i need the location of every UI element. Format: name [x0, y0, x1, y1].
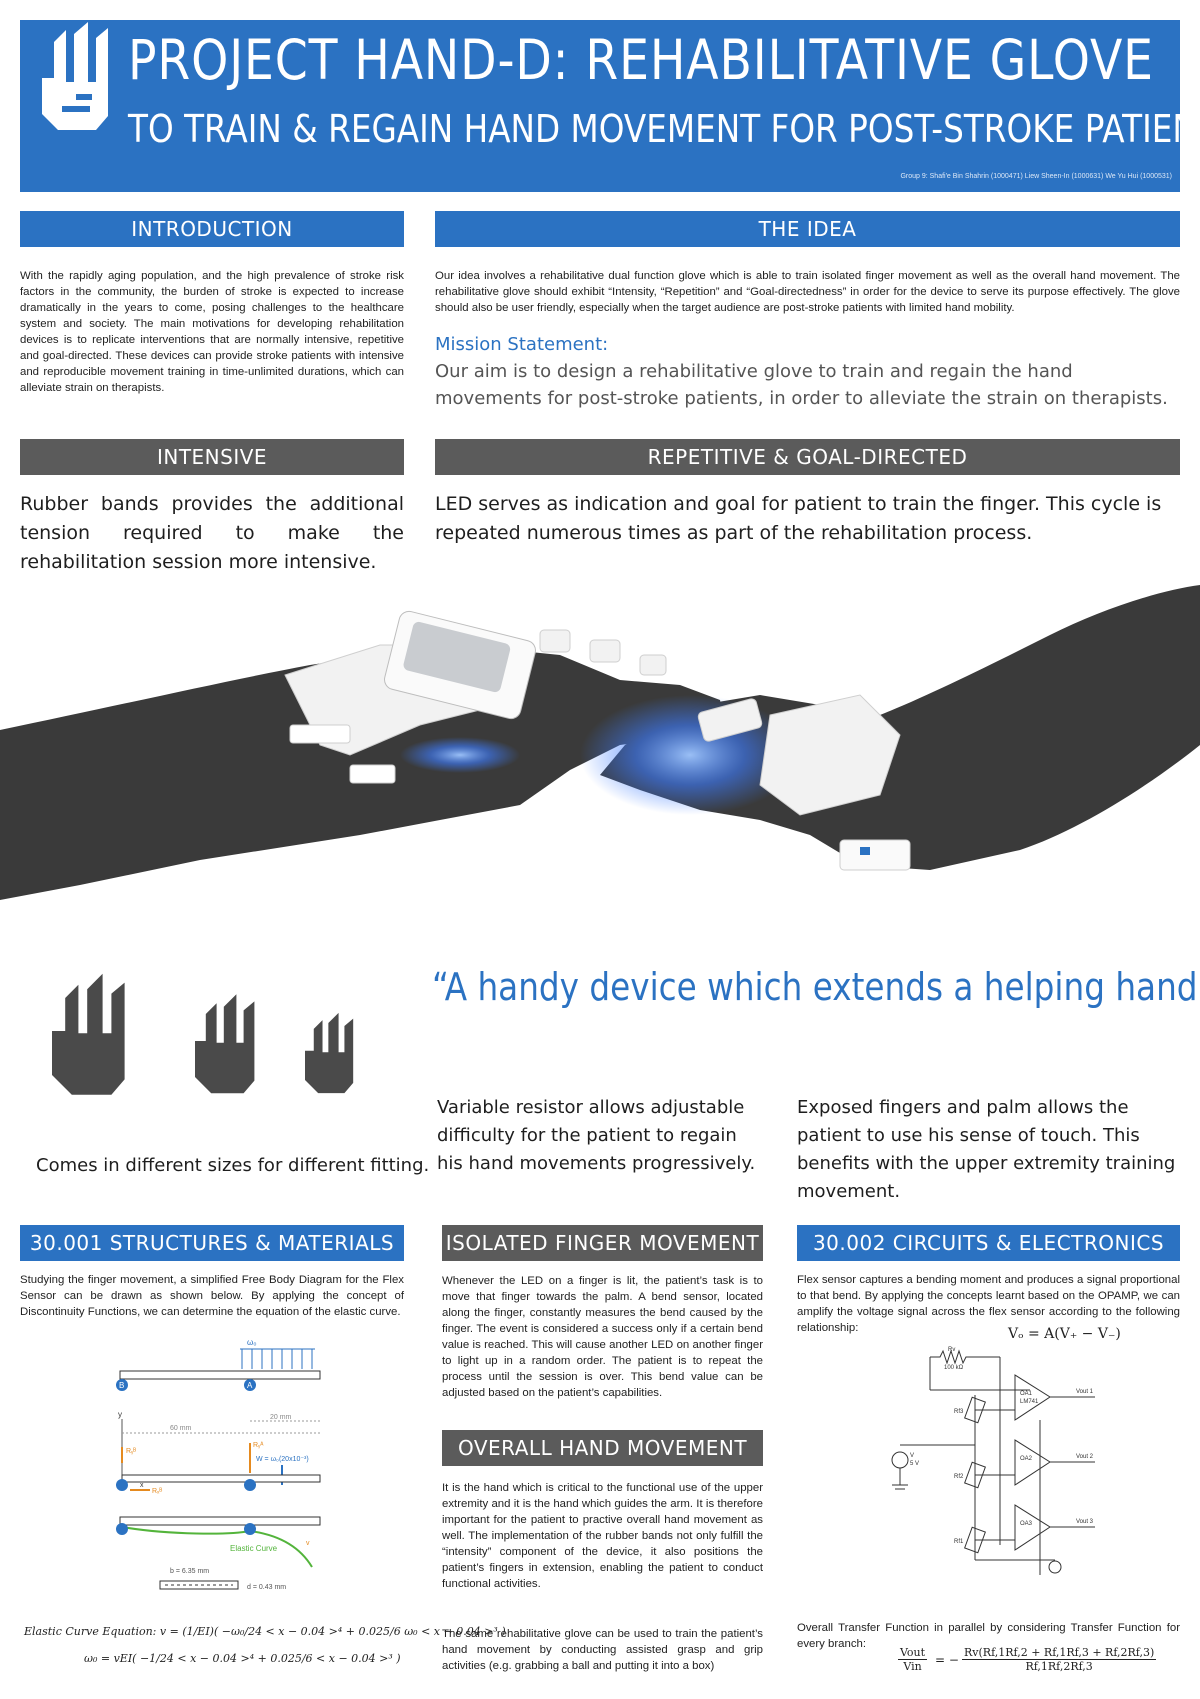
intensive-header: INTENSIVE — [20, 439, 404, 475]
idea-text: Our idea involves a rehabilitative dual … — [435, 270, 1180, 314]
tagline-quote: “A handy device which extends a helping … — [432, 965, 1200, 1009]
svg-text:Vout 1: Vout 1 — [1076, 1389, 1094, 1395]
isolated-text: Whenever the LED on a finger is lit, the… — [442, 1275, 763, 1399]
glove-sizes-icon — [52, 973, 354, 1095]
svg-text:b = 6.35 mm: b = 6.35 mm — [170, 1568, 209, 1575]
svg-text:v: v — [306, 1540, 310, 1547]
transfer-rhs: Rv(Rf,1Rf,2 + Rf,1Rf,3 + Rf,2Rf,3) Rf,1R… — [962, 1646, 1157, 1673]
circuits-text: Flex sensor captures a bending moment an… — [797, 1274, 1180, 1334]
mission-statement: Our aim is to design a rehabilitative gl… — [435, 361, 1168, 409]
svg-text:OA2: OA2 — [1020, 1456, 1033, 1462]
overall-header: OVERALL HAND MOVEMENT — [442, 1430, 763, 1466]
svg-text:x: x — [140, 1482, 144, 1489]
svg-text:OA3: OA3 — [1020, 1521, 1033, 1527]
variable-resistor-text: Variable resistor allows adjustable diff… — [437, 1097, 756, 1174]
svg-text:Rf2: Rf2 — [954, 1474, 964, 1480]
repetitive-header: REPETITIVE & GOAL-DIRECTED — [435, 439, 1180, 475]
opamp-circuit-diagram: Rv 100 kΩ Rf3 Rf2 Rf1 OA1 LM741 OA2 OA3 … — [891, 1347, 1095, 1575]
svg-text:V: V — [910, 1453, 914, 1459]
transfer-lhs: Vout Vin — [898, 1646, 928, 1673]
omega-label: ω₀ — [247, 1338, 257, 1347]
svg-text:20 mm: 20 mm — [270, 1414, 292, 1421]
circuits-header: 30.002 CIRCUITS & ELECTRONICS — [797, 1225, 1180, 1261]
hand-d-logo-icon — [42, 22, 108, 130]
poster-subtitle: TO TRAIN & REGAIN HAND MOVEMENT FOR POST… — [128, 107, 1200, 151]
svg-text:B: B — [119, 1381, 124, 1390]
free-body-diagram: ω₀ B A y 60 mm 20 mm Rᵧᴮ Rᵧᴬ W = ω₀(20x1… — [116, 1338, 321, 1591]
overall-text: It is the hand which is critical to the … — [442, 1482, 763, 1590]
repetitive-text: LED serves as indication and goal for pa… — [435, 493, 1162, 544]
svg-text:W = ω₀(20x10⁻³): W = ω₀(20x10⁻³) — [256, 1456, 309, 1463]
svg-text:Rᵧᴮ: Rᵧᴮ — [126, 1448, 136, 1455]
svg-text:100 kΩ: 100 kΩ — [944, 1365, 964, 1371]
glove-render-illustration — [0, 585, 1200, 900]
svg-text:Rf3: Rf3 — [954, 1409, 964, 1415]
structures-text: Studying the finger movement, a simplifi… — [20, 1274, 404, 1318]
svg-text:Rv: Rv — [948, 1347, 955, 1353]
gain-equation: Vₒ = A(V₊ − V₋) — [1008, 1326, 1121, 1342]
svg-text:Rᵧᴬ: Rᵧᴬ — [253, 1441, 264, 1449]
svg-text:y: y — [118, 1410, 122, 1419]
exposed-fingers-text: Exposed fingers and palm allows the pati… — [797, 1097, 1176, 1202]
svg-text:Elastic Curve: Elastic Curve — [230, 1544, 278, 1553]
introduction-header: INTRODUCTION — [20, 211, 404, 247]
svg-text:OA1: OA1 — [1020, 1391, 1033, 1397]
elastic-curve-equation: Elastic Curve Equation: v = (1/EI)( −ω₀/… — [24, 1625, 506, 1638]
intensive-text: Rubber bands provides the additional ten… — [20, 493, 404, 573]
svg-text:Vout 3: Vout 3 — [1076, 1519, 1094, 1525]
svg-text:Rₓᴮ: Rₓᴮ — [152, 1488, 162, 1495]
svg-text:Vout 2: Vout 2 — [1076, 1454, 1094, 1460]
group-credits: Group 9: Shafi'e Bin Shahrin (1000471) L… — [900, 173, 1172, 180]
mission-title: Mission Statement: — [435, 334, 609, 355]
isolated-header: ISOLATED FINGER MOVEMENT — [442, 1225, 763, 1261]
omega-equation: ω₀ = vEI( −1/24 < x − 0.04 >⁴ + 0.025/6 … — [84, 1652, 401, 1665]
introduction-text: With the rapidly aging population, and t… — [20, 270, 404, 394]
svg-text:A: A — [247, 1381, 253, 1390]
transfer-equals: = − — [935, 1653, 959, 1667]
svg-text:d = 0.43 mm: d = 0.43 mm — [247, 1584, 286, 1591]
idea-header: THE IDEA — [435, 211, 1180, 247]
svg-text:Rf1: Rf1 — [954, 1539, 964, 1545]
svg-text:5 V: 5 V — [910, 1461, 919, 1467]
sizes-caption: Comes in different sizes for different f… — [36, 1155, 430, 1176]
overall-text-2: The same rehabilitative glove can be use… — [442, 1628, 763, 1672]
svg-text:60 mm: 60 mm — [170, 1425, 192, 1432]
svg-text:LM741: LM741 — [1020, 1399, 1039, 1405]
poster-title: PROJECT HAND-D: REHABILITATIVE GLOVE — [128, 28, 1154, 92]
structures-header: 30.001 STRUCTURES & MATERIALS — [20, 1225, 404, 1261]
